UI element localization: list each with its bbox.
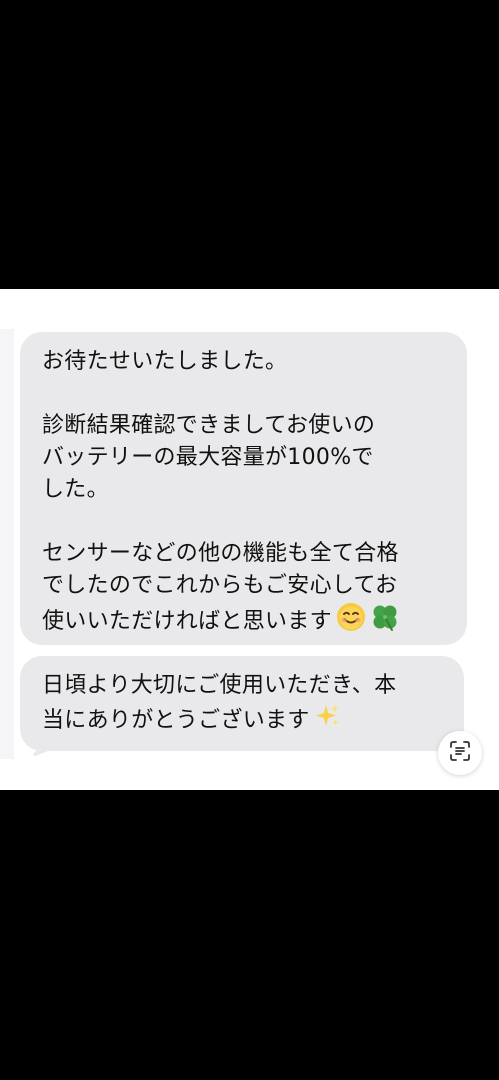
live-text-scan-button[interactable] xyxy=(438,731,482,775)
message-line-with-emoji: 当にありがとうございます xyxy=(42,702,446,740)
sparkles-icon xyxy=(314,702,342,740)
live-text-scan-icon xyxy=(448,739,472,767)
message-line: 当にありがとうございます xyxy=(42,708,310,733)
message-line: 診断結果確認できましてお使いの xyxy=(42,413,376,438)
incoming-message-bubble[interactable]: 日頃より大切にご使用いただき、本 当にありがとうございます xyxy=(20,656,464,751)
message-line-with-emoji: 使いいただければと思います xyxy=(42,602,449,642)
message-line: 使いいただければと思います xyxy=(42,609,332,634)
left-edge-shadow xyxy=(0,329,14,759)
incoming-message-bubble[interactable]: お待たせいたしました。 診断結果確認できましてお使いの バッテリーの最大容量が1… xyxy=(20,332,467,645)
message-line: お待たせいたしました。 xyxy=(42,349,288,374)
message-line: した。 xyxy=(42,477,109,502)
message-line: バッテリーの最大容量が100%で xyxy=(42,445,374,470)
message-line: センサーなどの他の機能も全て合格 xyxy=(42,541,399,566)
message-screenshot: お待たせいたしました。 診断結果確認できましてお使いの バッテリーの最大容量が1… xyxy=(0,289,499,790)
message-line: でしたのでこれからもご安心してお xyxy=(42,573,398,598)
four-leaf-clover-icon xyxy=(370,602,400,642)
message-line-gap xyxy=(42,506,449,538)
message-line: 日頃より大切にご使用いただき、本 xyxy=(42,673,397,698)
smiling-face-icon xyxy=(336,602,366,642)
message-line-gap xyxy=(42,378,449,410)
